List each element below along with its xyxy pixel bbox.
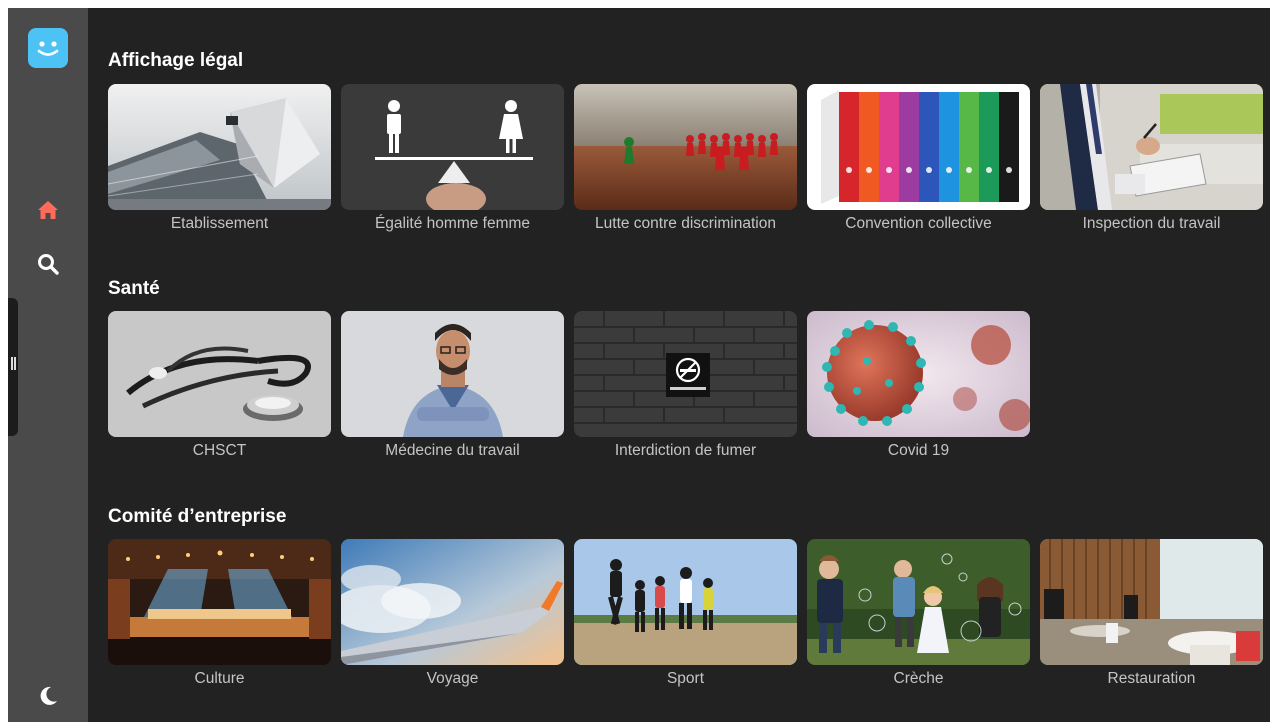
- card-culture[interactable]: Culture: [108, 539, 331, 689]
- section-title-sante: Santé: [108, 278, 160, 299]
- discrimination-image: [574, 84, 797, 210]
- card-label: Lutte contre discrimination: [595, 215, 776, 232]
- card-convention-collective[interactable]: Convention collective: [807, 84, 1030, 234]
- card-restauration[interactable]: Restauration: [1040, 539, 1263, 689]
- sidebar: [8, 8, 88, 722]
- section-title-affichage-legal: Affichage légal: [108, 50, 244, 71]
- card-label: Convention collective: [845, 215, 992, 232]
- main-content: Affichage légal Etablissement Égalité ho…: [88, 8, 1270, 722]
- card-chsct[interactable]: CHSCT: [108, 311, 331, 461]
- nav-home-button[interactable]: [30, 192, 66, 228]
- card-label: Médecine du travail: [385, 442, 520, 459]
- card-label: Interdiction de fumer: [614, 442, 757, 459]
- card-label: Égalité homme femme: [374, 215, 531, 232]
- moon-icon: [40, 686, 57, 705]
- culture-image: [108, 539, 331, 665]
- voyage-image: [341, 539, 564, 665]
- card-label: Inspection du travail: [1082, 215, 1221, 232]
- card-lutte-discrimination[interactable]: Lutte contre discrimination: [574, 84, 797, 234]
- card-label: Restauration: [1107, 670, 1196, 687]
- card-egalite-homme-femme[interactable]: Égalité homme femme: [341, 84, 564, 234]
- chsct-image: [108, 311, 331, 437]
- card-covid-19[interactable]: Covid 19: [807, 311, 1030, 461]
- card-inspection-travail[interactable]: Inspection du travail: [1040, 84, 1263, 234]
- inspection-image: [1040, 84, 1263, 210]
- card-label: Sport: [666, 670, 705, 687]
- covid-image: [807, 311, 1030, 437]
- card-label: Culture: [194, 670, 245, 687]
- card-creche[interactable]: Crèche: [807, 539, 1030, 689]
- home-icon: [38, 201, 58, 219]
- sidebar-collapse-handle[interactable]: [8, 298, 18, 436]
- smiley-logo-icon[interactable]: [28, 28, 68, 68]
- search-icon: [38, 254, 59, 275]
- theme-toggle-button[interactable]: [30, 678, 66, 714]
- card-medecine-travail[interactable]: Médecine du travail: [341, 311, 564, 461]
- convention-image: [807, 84, 1030, 210]
- card-label: Crèche: [893, 670, 944, 687]
- nav-search-button[interactable]: [30, 246, 66, 282]
- sport-image: [574, 539, 797, 665]
- no-smoking-image: [574, 311, 797, 437]
- card-etablissement[interactable]: Etablissement: [108, 84, 331, 234]
- card-label: Covid 19: [887, 442, 950, 459]
- etablissement-image: [108, 84, 331, 210]
- card-label: Voyage: [426, 670, 479, 687]
- restauration-image: [1040, 539, 1263, 665]
- card-voyage[interactable]: Voyage: [341, 539, 564, 689]
- card-interdiction-fumer[interactable]: Interdiction de fumer: [574, 311, 797, 461]
- card-label: Etablissement: [170, 215, 269, 232]
- card-label: CHSCT: [192, 442, 247, 459]
- section-title-comite-entreprise: Comité d’entreprise: [108, 506, 287, 527]
- medecine-image: [341, 311, 564, 437]
- card-sport[interactable]: Sport: [574, 539, 797, 689]
- creche-image: [807, 539, 1030, 665]
- egalite-image: [341, 84, 564, 210]
